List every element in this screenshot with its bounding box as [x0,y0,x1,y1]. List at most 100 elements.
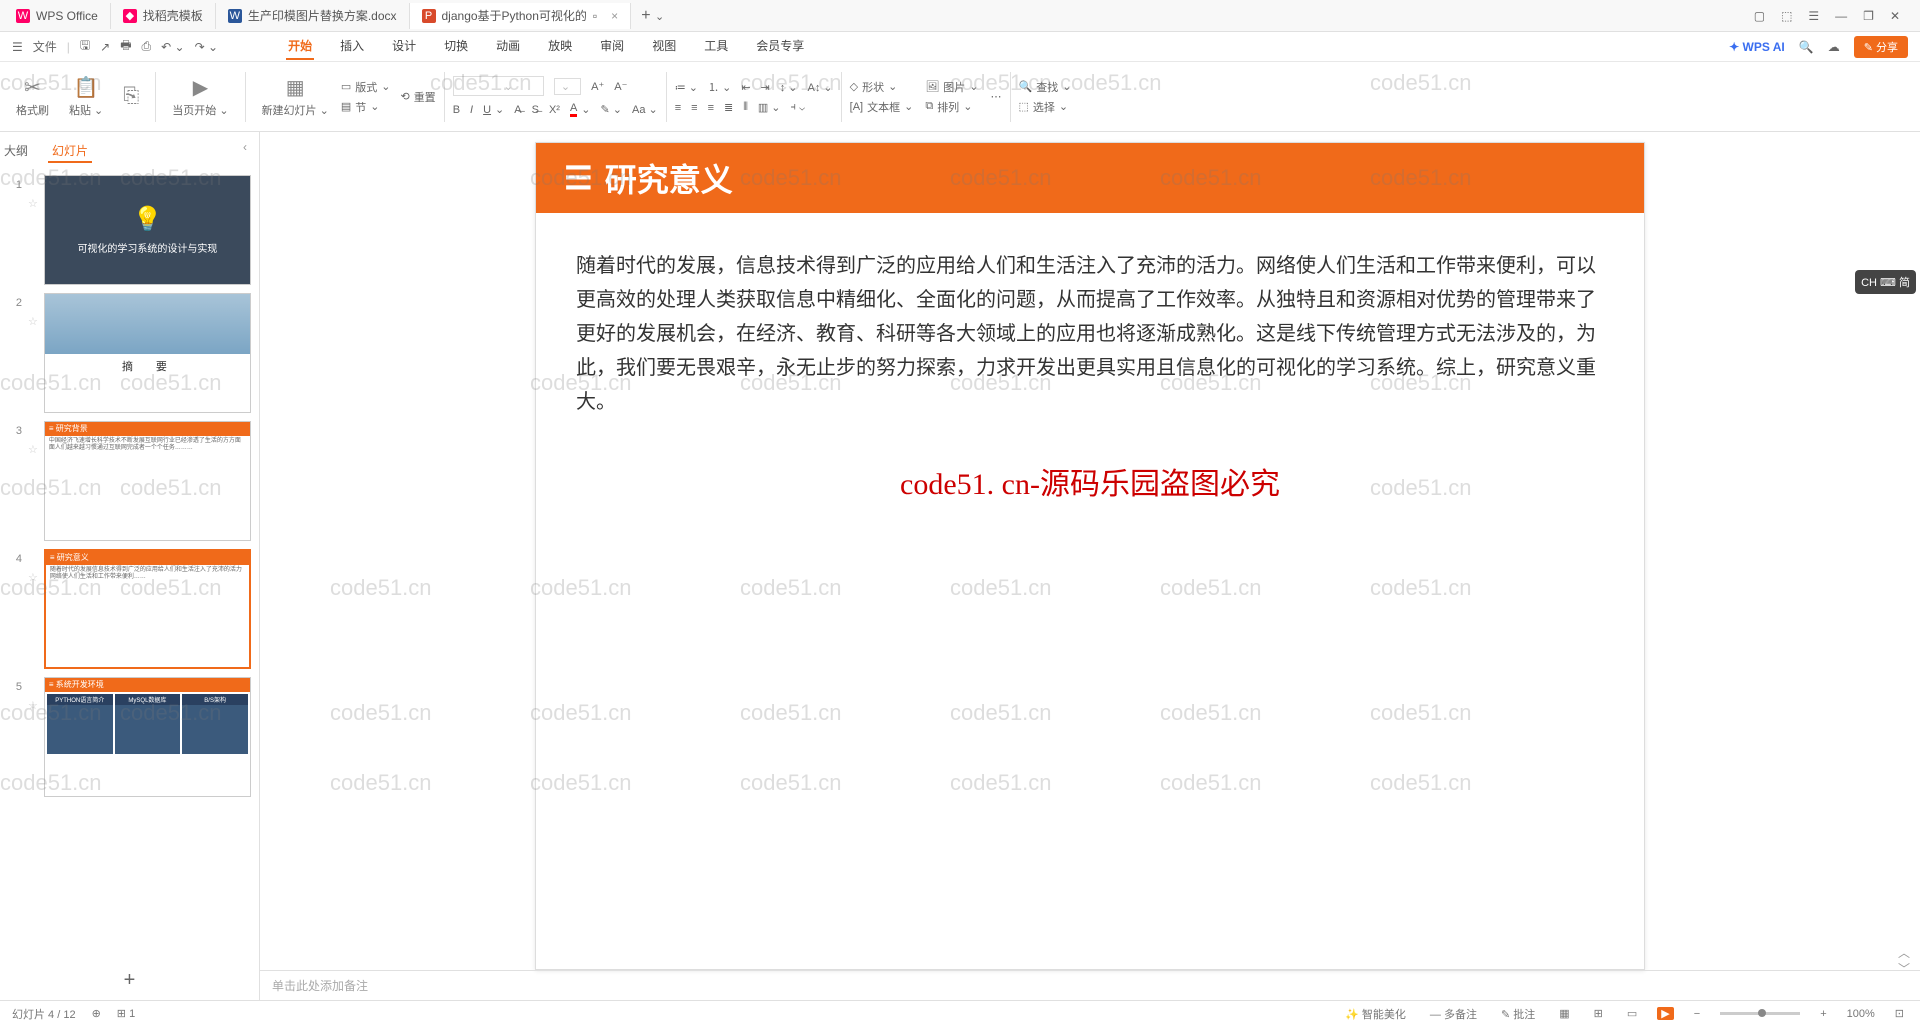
export-icon[interactable]: ↗ [100,40,110,54]
tab-docx[interactable]: W生产印模图片替换方案.docx [216,3,410,29]
slide-thumb-4[interactable]: ≡ 研究意义随着时代的发展信息技术得到广泛的应用给人们和生活注入了充沛的活力网络… [44,549,251,669]
menu-insert[interactable]: 插入 [338,33,366,60]
slide-thumb-1[interactable]: 💡可视化的学习系统的设计与实现 [44,175,251,285]
view-sorter[interactable]: ⊞ [1590,1007,1607,1020]
change-case-button[interactable]: Aa ⌄ [632,103,658,116]
format-painter[interactable]: ✂格式刷 [8,75,57,118]
smart-beautify[interactable]: ✨ 智能美化 [1341,1006,1410,1022]
search-icon[interactable]: 🔍 [1799,40,1814,54]
highlight-button[interactable]: A ⌄ [570,102,591,117]
slide-thumb-2[interactable]: 摘 要 [44,293,251,413]
comments-button[interactable]: ✎ 批注 [1497,1006,1539,1022]
menu-transition[interactable]: 切换 [442,33,470,60]
font-family[interactable]: ⌄ [453,76,544,96]
columns-button[interactable]: ▥ ⌄ [758,101,781,114]
tab-slides[interactable]: 幻灯片 [48,140,92,163]
increase-font[interactable]: A⁺ [591,80,604,93]
superscript-button[interactable]: X² [549,104,560,116]
fit-button[interactable]: ⊡ [1891,1007,1908,1020]
win-icon-2[interactable]: ⬚ [1781,9,1792,23]
menu-tools[interactable]: 工具 [702,33,730,60]
tab-outline[interactable]: 大纲 [0,140,32,163]
window-maximize[interactable]: ❐ [1863,9,1874,23]
clipboard-extra[interactable]: ⎘ [115,85,147,108]
win-icon-3[interactable]: ☰ [1808,9,1819,23]
save-icon[interactable]: 🖫 [80,36,90,57]
collapse-panel-icon[interactable]: ‹ [243,140,247,163]
underline-button[interactable]: U ⌄ [483,103,504,116]
shape-extra[interactable]: ⋯ [991,90,1002,103]
text-direction-button[interactable]: A↕ ⌄ [808,81,833,94]
status-icon-1[interactable]: ⊕ [92,1007,101,1020]
menu-start[interactable]: 开始 [286,33,314,60]
print-icon[interactable]: 🖶 [120,36,131,57]
align-left-button[interactable]: ≡ [675,102,681,114]
picture-button[interactable]: 🖼 图片 ⌄ [925,79,978,95]
wps-ai-button[interactable]: ✦ WPS AI [1729,40,1785,54]
from-current-button[interactable]: ▶当页开始 ⌄ [164,75,236,118]
numbering-button[interactable]: ⒈ ⌄ [708,79,731,95]
menu-slideshow[interactable]: 放映 [546,33,574,60]
font-color-button[interactable]: ✎ ⌄ [601,103,623,116]
view-normal[interactable]: ▦ [1555,1007,1573,1020]
align-center-button[interactable]: ≡ [691,102,697,114]
thumbnail-list[interactable]: 1☆ 💡可视化的学习系统的设计与实现 2☆ 摘 要 3☆ ≡ 研究背景中国经济飞… [0,167,259,961]
bold-button[interactable]: B [453,104,460,116]
layout-button[interactable]: ▭ 版式 ⌄ [341,79,391,95]
decrease-font[interactable]: A⁻ [614,80,627,93]
indent-dec-button[interactable]: ⇤ [741,81,750,94]
undo-icon[interactable]: ↶ ⌄ [161,40,184,54]
select-button[interactable]: ⬚ 选择 ⌄ [1019,99,1072,115]
menu-review[interactable]: 审阅 [598,33,626,60]
scroll-up-icon[interactable]: ︿ [1896,944,1912,960]
menu-member[interactable]: 会员专享 [754,33,806,60]
tab-wps-office[interactable]: WWPS Office [4,3,111,29]
pdf-icon[interactable]: ⎙ [142,39,152,54]
file-menu[interactable]: 文件 [33,38,57,55]
new-slide-button[interactable]: ▦新建幻灯片 ⌄ [254,75,337,118]
slide-thumb-5[interactable]: ≡ 系统开发环境 PYTHON语言简介MySQL数据库B/S架构 [44,677,251,797]
italic-button[interactable]: I [470,104,473,116]
close-tab-icon[interactable]: × [611,9,618,23]
menu-view[interactable]: 视图 [650,33,678,60]
ime-badge[interactable]: CH ⌨ 简 [1855,270,1916,294]
tab-ppt-active[interactable]: Pdjango基于Python可视化的▫× [410,3,632,29]
section-button[interactable]: ▤ 节 ⌄ [341,99,391,115]
align-right-button[interactable]: ≡ [708,102,714,114]
paste-button[interactable]: 📋粘贴 ⌄ [61,75,111,118]
redo-icon[interactable]: ↷ ⌄ [195,40,218,54]
notes-area[interactable]: 单击此处添加备注 [260,970,1920,1000]
scroll-down-icon[interactable]: ﹀ [1896,960,1912,976]
multi-notes[interactable]: — 多备注 [1426,1006,1481,1022]
cloud-icon[interactable]: ☁ [1828,40,1840,54]
new-tab-button[interactable]: + ⌄ [631,7,674,25]
distribute-button[interactable]: ⫴ [743,101,748,114]
window-minimize[interactable]: — [1835,9,1847,23]
font-size[interactable]: ⌄ [554,78,581,95]
win-icon-1[interactable]: ▢ [1754,9,1765,23]
bullets-button[interactable]: ≔ ⌄ [675,81,698,94]
slide-thumb-3[interactable]: ≡ 研究背景中国经济飞速增长科学技术不断发展互联网行业已经渗透了生活的方方面面人… [44,421,251,541]
view-reading[interactable]: ▭ [1623,1007,1641,1020]
status-icon-2[interactable]: ⊞ 1 [117,1007,135,1020]
align-top-button[interactable]: ⫞ ⌄ [791,101,806,114]
zoom-level[interactable]: 100% [1847,1008,1875,1020]
menu-design[interactable]: 设计 [390,33,418,60]
align-justify-button[interactable]: ≣ [724,101,733,114]
textbox-button[interactable]: [A] 文本框 ⌄ [850,99,914,115]
hamburger-icon[interactable]: ☰ [12,40,23,54]
current-slide[interactable]: ☰研究意义 随着时代的发展，信息技术得到广泛的应用给人们和生活注入了充沛的活力。… [535,142,1645,970]
share-button[interactable]: ✎ 分享 [1854,36,1908,58]
strike2-button[interactable]: S̶ [532,104,539,116]
tab-template[interactable]: ◆找稻壳模板 [111,3,216,29]
view-slideshow[interactable]: ▶ [1657,1007,1673,1020]
indent-inc-button[interactable]: ⇥ [761,81,770,94]
zoom-in[interactable]: + [1816,1008,1830,1020]
shape-button[interactable]: ◇ 形状 ⌄ [850,79,914,95]
window-close[interactable]: ✕ [1890,9,1900,23]
find-button[interactable]: 🔍 查找 ⌄ [1019,79,1072,95]
strike-button[interactable]: A̶ [514,104,521,116]
menu-animation[interactable]: 动画 [494,33,522,60]
add-slide-button[interactable]: + [0,961,259,1000]
reset-button[interactable]: ⟲ 重置 [400,89,435,105]
